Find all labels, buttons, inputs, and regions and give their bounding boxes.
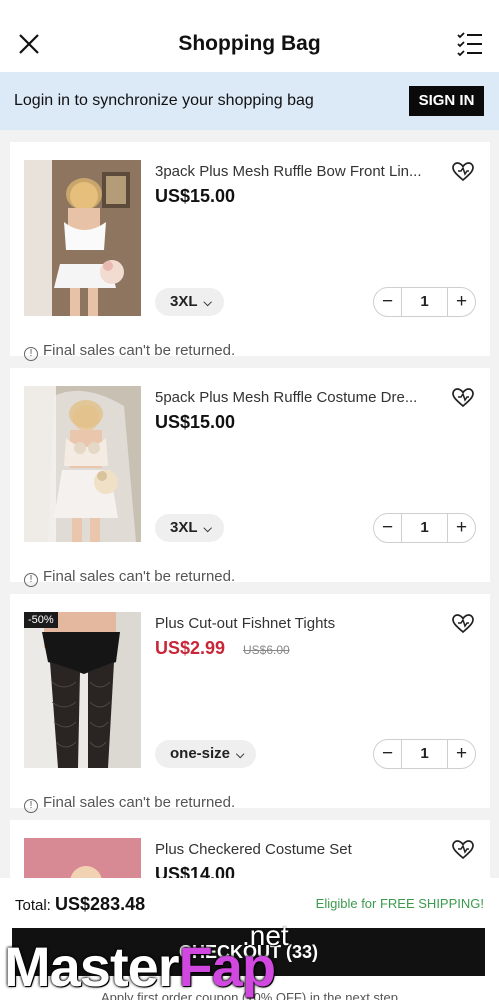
product-image[interactable]	[24, 160, 141, 316]
product-image[interactable]	[24, 838, 141, 878]
top-header: Shopping Bag	[0, 0, 499, 72]
chevron-down-icon: ⌵	[203, 297, 212, 309]
size-value: 3XL	[170, 293, 198, 310]
increase-quantity-button[interactable]: +	[447, 514, 475, 542]
cart-list[interactable]: 3pack Plus Mesh Ruffle Bow Front Lin... …	[0, 130, 499, 878]
quantity-value[interactable]: 1	[402, 288, 447, 316]
checkout-footer: Total: US$283.48 Eligible for FREE SHIPP…	[0, 878, 499, 1000]
cart-item: 3pack Plus Mesh Ruffle Bow Front Lin... …	[10, 142, 490, 361]
quantity-stepper[interactable]: − 1 +	[373, 739, 476, 769]
decrease-quantity-button[interactable]: −	[374, 740, 402, 768]
cart-item: -50% Plus Cut-out Fishnet Tights US$2.99…	[10, 594, 490, 813]
login-banner: Login in to synchronize your shopping ba…	[0, 72, 499, 130]
checkout-button[interactable]: CHECKOUT (33)	[12, 928, 485, 976]
final-sale-note: ! Final sales can't be returned.	[24, 794, 235, 813]
product-price: US$15.00	[155, 412, 236, 432]
product-price: US$14.00	[155, 864, 236, 878]
quantity-stepper[interactable]: − 1 +	[373, 287, 476, 317]
discount-badge: -50%	[24, 612, 58, 628]
order-total: Total: US$283.48	[15, 894, 146, 914]
sale-price: US$2.99	[155, 638, 226, 658]
wishlist-heart-icon[interactable]	[452, 162, 474, 182]
size-dropdown[interactable]: 3XL ⌵	[155, 514, 224, 542]
login-message: Login in to synchronize your shopping ba…	[14, 92, 314, 109]
decrease-quantity-button[interactable]: −	[374, 514, 402, 542]
total-value: US$283.48	[55, 894, 146, 914]
increase-quantity-button[interactable]: +	[447, 288, 475, 316]
quantity-stepper[interactable]: − 1 +	[373, 513, 476, 543]
coupon-note: Apply first order coupon (10% OFF) in th…	[101, 990, 398, 1000]
size-value: 3XL	[170, 519, 198, 536]
chevron-down-icon: ⌵	[236, 749, 245, 761]
final-sale-note: ! Final sales can't be returned.	[24, 342, 235, 361]
cart-item: Plus Checkered Costume Set US$14.00	[10, 820, 490, 878]
original-price: US$6.00	[243, 643, 290, 657]
wishlist-heart-icon[interactable]	[452, 614, 474, 634]
free-shipping-note: Eligible for FREE SHIPPING!	[315, 896, 484, 911]
final-sale-note: ! Final sales can't be returned.	[24, 568, 235, 587]
product-name[interactable]: 3pack Plus Mesh Ruffle Bow Front Lin...	[155, 163, 440, 180]
checklist-icon[interactable]	[457, 32, 483, 56]
quantity-value[interactable]: 1	[402, 740, 447, 768]
wishlist-heart-icon[interactable]	[452, 840, 474, 860]
increase-quantity-button[interactable]: +	[447, 740, 475, 768]
product-name[interactable]: Plus Cut-out Fishnet Tights	[155, 615, 440, 632]
info-icon: !	[24, 799, 38, 813]
decrease-quantity-button[interactable]: −	[374, 288, 402, 316]
size-dropdown[interactable]: 3XL ⌵	[155, 288, 224, 316]
cart-item: 5pack Plus Mesh Ruffle Costume Dre... US…	[10, 368, 490, 587]
size-dropdown[interactable]: one-size ⌵	[155, 740, 257, 768]
product-image[interactable]	[24, 612, 141, 768]
product-image[interactable]	[24, 386, 141, 542]
info-icon: !	[24, 573, 38, 587]
chevron-down-icon: ⌵	[203, 523, 212, 535]
page-title: Shopping Bag	[178, 32, 321, 55]
size-value: one-size	[170, 745, 231, 762]
product-name[interactable]: Plus Checkered Costume Set	[155, 841, 440, 858]
sign-in-button[interactable]: SIGN IN	[409, 86, 484, 116]
quantity-value[interactable]: 1	[402, 514, 447, 542]
product-price: US$15.00	[155, 186, 236, 206]
info-icon: !	[24, 347, 38, 361]
wishlist-heart-icon[interactable]	[452, 388, 474, 408]
product-name[interactable]: 5pack Plus Mesh Ruffle Costume Dre...	[155, 389, 440, 406]
